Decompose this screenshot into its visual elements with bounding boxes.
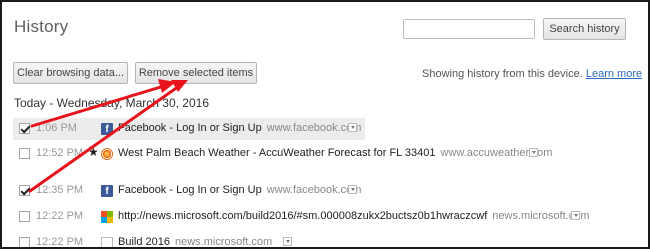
entry-checkbox[interactable] <box>19 148 30 159</box>
blank-page-icon <box>101 237 113 247</box>
microsoft-icon <box>101 211 113 223</box>
history-entry[interactable]: 12:22 PM http://news.microsoft.com/build… <box>13 206 633 228</box>
entry-title[interactable]: West Palm Beach Weather - AccuWeather Fo… <box>118 147 436 159</box>
facebook-icon: f <box>101 185 113 197</box>
learn-more-link[interactable]: Learn more <box>586 68 642 80</box>
entry-menu-button[interactable] <box>571 211 580 220</box>
history-entry[interactable]: 12:22 PM Build 2016 news.microsoft.com <box>13 232 633 248</box>
history-entry[interactable]: 12:52 PM ★ West Palm Beach Weather - Acc… <box>13 143 633 165</box>
entry-title[interactable]: Facebook - Log In or Sign Up <box>118 122 262 134</box>
entry-time: 12:52 PM <box>36 147 84 159</box>
entry-link[interactable]: http://news.microsoft.com/build2016/#sm.… <box>118 210 590 222</box>
entry-menu-button[interactable] <box>348 185 357 194</box>
device-info: Showing history from this device. Learn … <box>422 68 642 80</box>
search-history-button[interactable]: Search history <box>543 18 626 40</box>
entry-title[interactable]: Facebook - Log In or Sign Up <box>118 184 262 196</box>
entry-checkbox[interactable] <box>19 185 30 196</box>
page-title: History <box>14 17 69 36</box>
entry-time: 12:35 PM <box>36 184 84 196</box>
facebook-icon: f <box>101 123 113 135</box>
entry-link[interactable]: Build 2016 news.microsoft.com <box>118 236 273 248</box>
entry-title[interactable]: http://news.microsoft.com/build2016/#sm.… <box>118 210 487 222</box>
history-page: History Search history Clear browsing da… <box>0 0 650 249</box>
entry-title[interactable]: Build 2016 <box>118 236 170 247</box>
entry-menu-button[interactable] <box>529 148 538 157</box>
entry-time: 1:06 PM <box>36 122 77 134</box>
device-text: Showing history from this device. <box>422 68 583 80</box>
search-input[interactable] <box>403 19 535 39</box>
history-entry[interactable]: 1:06 PM f Facebook - Log In or Sign Up ww… <box>13 118 365 140</box>
accuweather-icon <box>101 148 113 160</box>
remove-selected-items-button[interactable]: Remove selected items <box>135 62 257 84</box>
entry-link[interactable]: Facebook - Log In or Sign Up www.facebook… <box>118 122 361 134</box>
entry-checkbox[interactable] <box>19 123 30 134</box>
entry-menu-button[interactable] <box>283 237 292 246</box>
history-entry[interactable]: 12:35 PM f Facebook - Log In or Sign Up w… <box>13 180 633 202</box>
entry-link[interactable]: Facebook - Log In or Sign Up www.facebook… <box>118 184 361 196</box>
clear-browsing-data-button[interactable]: Clear browsing data... <box>13 62 128 84</box>
entry-time: 12:22 PM <box>36 236 84 248</box>
entry-time: 12:22 PM <box>36 210 84 222</box>
entry-link[interactable]: West Palm Beach Weather - AccuWeather Fo… <box>118 147 552 159</box>
star-icon[interactable]: ★ <box>88 145 99 159</box>
entry-menu-button[interactable] <box>348 123 357 132</box>
entry-domain: news.microsoft.com <box>175 236 273 248</box>
entry-checkbox[interactable] <box>19 211 30 222</box>
entry-checkbox[interactable] <box>19 237 30 247</box>
day-header: Today - Wednesday, March 30, 2016 <box>14 96 209 110</box>
